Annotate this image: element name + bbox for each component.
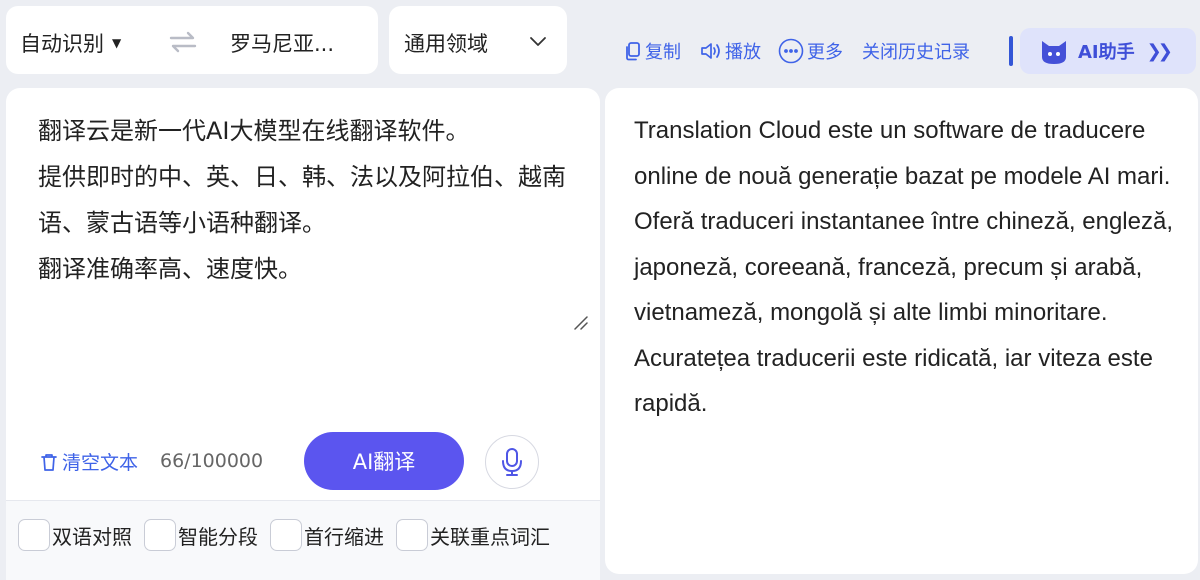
option-label: 首行缩进 [304, 524, 384, 549]
ai-helper-label: AI助手 [1078, 42, 1135, 63]
caret-down-icon: ▼ [112, 36, 122, 50]
microphone-icon [502, 448, 522, 476]
checkbox[interactable] [270, 519, 302, 551]
clear-text-label: 清空文本 [62, 452, 139, 474]
clear-text-button[interactable]: 清空文本 [40, 448, 138, 475]
play-button[interactable]: 播放 [700, 38, 761, 64]
copy-icon [626, 42, 640, 61]
option-label: 关联重点词汇 [430, 524, 550, 549]
character-count: 66/100000 [160, 450, 264, 472]
chevron-down-icon [530, 37, 546, 46]
copy-label: 复制 [645, 42, 681, 63]
language-selector: 自动识别 ▼ 罗马尼亚... [6, 6, 378, 74]
speaker-icon [701, 43, 720, 59]
microphone-button[interactable] [485, 435, 539, 489]
ai-helper-button[interactable]: AI助手 ❯❯ [1020, 28, 1196, 74]
domain-dropdown[interactable]: 通用领域 [389, 6, 567, 74]
result-panel: Translation Cloud este un software de tr… [605, 88, 1198, 574]
option-first-line-indent[interactable]: 首行缩进 [270, 519, 384, 551]
source-text-input[interactable]: 翻译云是新一代AI大模型在线翻译软件。 提供即时的中、英、日、韩、法以及阿拉伯、… [38, 108, 578, 292]
checkbox[interactable] [18, 519, 50, 551]
resize-handle-icon[interactable] [572, 314, 588, 330]
option-label: 智能分段 [178, 524, 258, 549]
domain-label: 通用领域 [404, 32, 488, 56]
ai-cat-avatar-icon [1042, 41, 1066, 64]
double-chevron-right-icon: ❯❯ [1146, 40, 1173, 62]
option-label: 双语对照 [52, 524, 132, 549]
option-key-vocabulary[interactable]: 关联重点词汇 [396, 519, 550, 551]
ai-translate-button[interactable]: AI翻译 [304, 432, 464, 490]
option-bilingual[interactable]: 双语对照 [18, 519, 132, 551]
more-dots-icon [778, 38, 804, 64]
checkbox[interactable] [144, 519, 176, 551]
source-language-label: 自动识别 [20, 32, 104, 56]
swap-arrows-icon[interactable] [168, 30, 198, 54]
more-label: 更多 [807, 42, 843, 63]
toolbar-divider [1009, 36, 1013, 66]
trash-icon [41, 453, 57, 471]
target-language-dropdown[interactable]: 罗马尼亚... [230, 28, 334, 58]
source-language-dropdown[interactable]: 自动识别 ▼ [20, 28, 121, 58]
checkbox[interactable] [396, 519, 428, 551]
source-panel: 翻译云是新一代AI大模型在线翻译软件。 提供即时的中、英、日、韩、法以及阿拉伯、… [6, 88, 600, 500]
play-label: 播放 [725, 42, 761, 63]
copy-button[interactable]: 复制 [624, 38, 681, 64]
more-button[interactable]: 更多 [778, 38, 843, 64]
option-smart-paragraph[interactable]: 智能分段 [144, 519, 258, 551]
close-history-button[interactable]: 关闭历史记录 [862, 38, 970, 64]
options-row: 双语对照 智能分段 首行缩进 关联重点词汇 [6, 500, 600, 580]
translation-result-text: Translation Cloud este un software de tr… [634, 117, 1173, 417]
